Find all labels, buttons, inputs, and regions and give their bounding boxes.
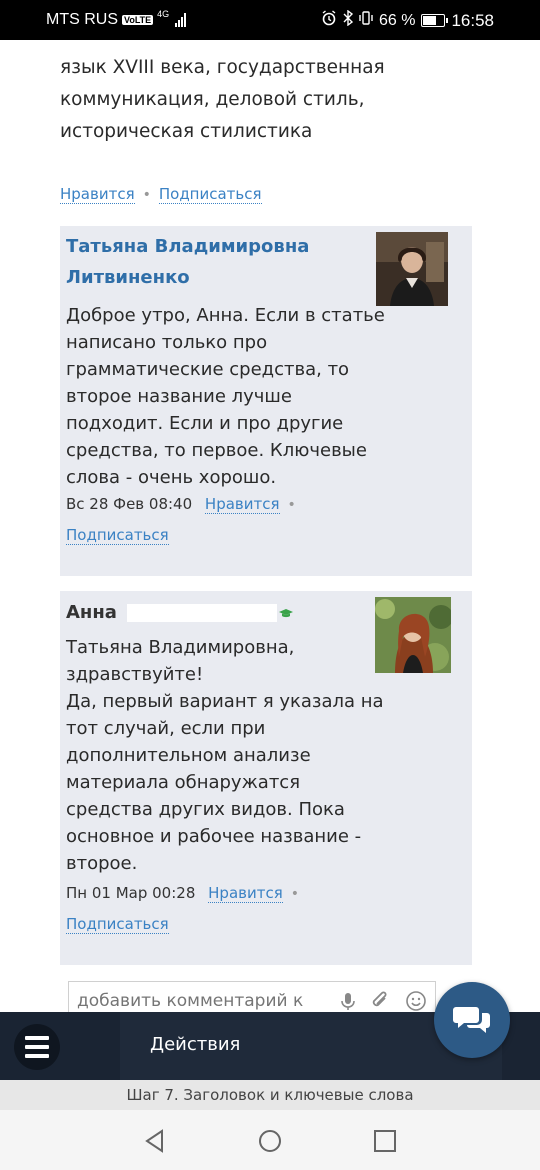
subscribe-link[interactable]: Подписаться: [66, 526, 169, 545]
article-line: историческая стилистика: [60, 121, 313, 142]
like-link[interactable]: Нравится: [60, 185, 135, 204]
battery-icon: [421, 14, 449, 27]
redacted-area: [126, 604, 277, 622]
menu-button[interactable]: [0, 1012, 120, 1080]
signal-icon: [175, 13, 187, 27]
system-nav-bar: [0, 1110, 540, 1170]
comment-date: Вс 28 Фев 08:40: [66, 495, 193, 513]
vibrate-icon: [359, 10, 373, 31]
graduation-cap-icon: [278, 609, 293, 618]
actions-button[interactable]: Действия: [150, 1034, 240, 1055]
avatar[interactable]: [375, 597, 451, 673]
microphone-icon[interactable]: [337, 990, 359, 1012]
back-icon[interactable]: [142, 1128, 168, 1154]
separator-dot: •: [142, 187, 151, 203]
subscribe-link[interactable]: Подписаться: [66, 915, 169, 934]
comment-line: здравствуйте!: [66, 664, 204, 685]
bluetooth-icon: [343, 9, 354, 31]
article-line: язык XVIII века, государственная: [60, 57, 385, 78]
chat-bubbles-icon: [453, 1007, 490, 1033]
chat-button[interactable]: [434, 982, 510, 1058]
home-icon[interactable]: [257, 1128, 283, 1154]
comment-author-name: Анна: [66, 602, 117, 623]
comment-line: Да, первый вариант я указала на тот случ…: [66, 691, 384, 874]
article-actions: Нравится • Подписаться: [60, 184, 262, 204]
comment-author[interactable]: Анна: [66, 597, 293, 628]
subscribe-link[interactable]: Подписаться: [158, 185, 262, 204]
article-text: язык XVIII века, государственная коммуни…: [60, 52, 460, 148]
volte-badge: VoLTE: [122, 15, 154, 25]
status-bar: MTS RUS VoLTE 4G 66 % 16:58: [0, 0, 540, 40]
like-link[interactable]: Нравится: [208, 884, 283, 903]
step-label: Шаг 7. Заголовок и ключевые слова: [0, 1080, 540, 1110]
hamburger-icon[interactable]: [14, 1024, 60, 1070]
comment-meta: Пн 01 Мар 00:28 Нравится • Подписаться: [66, 878, 346, 939]
avatar[interactable]: [376, 232, 448, 306]
article-line: коммуникация, деловой стиль,: [60, 89, 365, 110]
comment: Татьяна Владимировна Литвиненко Доброе у…: [60, 226, 472, 576]
separator-dot: •: [290, 886, 300, 902]
smiley-icon[interactable]: [405, 990, 427, 1012]
alarm-icon: [321, 10, 337, 31]
comment-line: Татьяна Владимировна,: [66, 637, 295, 658]
comment-input[interactable]: [75, 990, 329, 1012]
status-right: 66 % 16:58: [321, 9, 494, 31]
comment: Анна Татьяна Владимировна, здравствуйте!…: [60, 591, 472, 965]
comment-meta: Вс 28 Фев 08:40 Нравится • Подписаться: [66, 489, 346, 550]
like-link[interactable]: Нравится: [204, 495, 280, 514]
network-type: 4G: [157, 9, 170, 19]
comment-date: Пн 01 Мар 00:28: [66, 884, 196, 902]
comment-body: Татьяна Владимировна, здравствуйте! Да, …: [66, 634, 386, 877]
clock: 16:58: [451, 10, 494, 30]
paperclip-icon[interactable]: [369, 990, 391, 1012]
battery-fill: [423, 16, 437, 25]
status-left: MTS RUS VoLTE 4G: [46, 9, 187, 29]
recents-icon[interactable]: [372, 1128, 398, 1154]
battery-percent: 66 %: [378, 11, 416, 29]
separator-dot: •: [287, 497, 296, 513]
comment-body: Доброе утро, Анна. Если в статье написан…: [66, 305, 385, 488]
carrier-name: MTS RUS: [46, 11, 118, 28]
comment-author[interactable]: Татьяна Владимировна Литвиненко: [66, 231, 366, 293]
